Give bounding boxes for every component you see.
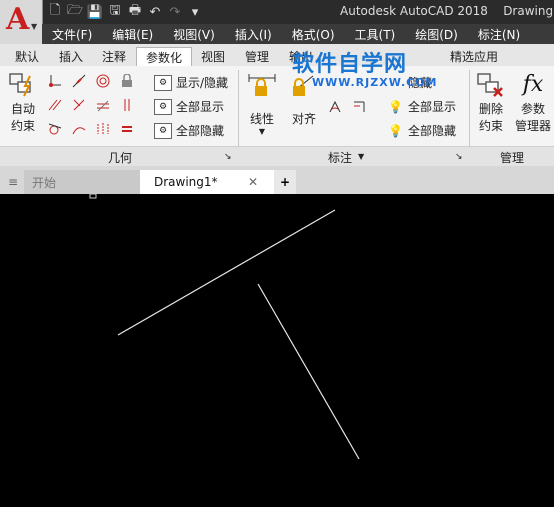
parameters-manager-button[interactable]: fx 参数 管理器: [512, 70, 554, 134]
convert-dimension-icon[interactable]: [352, 100, 366, 114]
hide-all-icon: ⚙: [154, 122, 172, 139]
coincident-icon[interactable]: [48, 74, 62, 88]
delete-constraints-label-1: 删除: [478, 102, 503, 116]
delete-constraints-icon: [476, 70, 506, 100]
drawing-svg: [89, 193, 360, 460]
chevron-down-icon: ▼: [258, 127, 266, 136]
file-tab-bar: ≡ 开始 Drawing1* ✕ +: [0, 166, 554, 194]
print-icon[interactable]: 🖶: [127, 3, 143, 20]
dim-show-all-icon: 💡: [388, 99, 403, 114]
linear-label: 线性: [249, 112, 274, 126]
window-title: Autodesk AutoCAD 2018 Drawing1: [340, 4, 554, 18]
save-icon[interactable]: 💾: [87, 4, 103, 20]
tab-view[interactable]: 视图: [198, 47, 228, 65]
geometry-show-all-button[interactable]: ⚙ 全部显示: [154, 98, 224, 115]
dimension-hide-all-label: 全部隐藏: [408, 124, 457, 138]
saveas-icon[interactable]: 🖫: [107, 3, 123, 20]
autocad-logo-icon: A: [6, 2, 30, 37]
dropdown-icon[interactable]: ▾: [187, 4, 203, 20]
tab-manage[interactable]: 管理: [242, 47, 272, 65]
ucs-marker-icon: [89, 193, 97, 199]
symmetric-icon[interactable]: [96, 122, 110, 136]
linear-dimension-button[interactable]: 线性 ▼: [244, 70, 280, 136]
chevron-down-icon[interactable]: ▼: [358, 152, 364, 161]
delete-constraints-button[interactable]: 删除 约束: [474, 70, 508, 134]
manage-panel-label: 管理: [500, 151, 525, 165]
watermark-url: WWW.RJZXW.COM: [312, 76, 438, 89]
angular-dimension-icon[interactable]: [328, 100, 342, 114]
show-all-icon: ⚙: [154, 98, 172, 115]
drawing-line-2[interactable]: [257, 283, 360, 460]
vertical-icon[interactable]: [120, 98, 134, 112]
close-icon[interactable]: ✕: [248, 175, 258, 189]
parameters-manager-label-2: 管理器: [514, 119, 551, 133]
undo-icon[interactable]: ↶: [147, 4, 163, 20]
menu-insert[interactable]: 插入(I): [225, 26, 282, 43]
dimension-show-all-label: 全部显示: [408, 100, 457, 114]
tab-annotate[interactable]: 注释: [99, 47, 129, 65]
parameters-manager-label-1: 参数: [520, 102, 545, 116]
tab-default[interactable]: 默认: [12, 47, 42, 65]
dimension-show-all-button[interactable]: 💡 全部显示: [388, 98, 456, 115]
dimension-hide-all-button[interactable]: 💡 全部隐藏: [388, 122, 456, 139]
auto-constrain-button[interactable]: 自动 约束: [6, 70, 40, 134]
expand-arrow-icon[interactable]: ↘: [455, 152, 463, 162]
menu-edit[interactable]: 编辑(E): [102, 26, 163, 43]
show-hide-icon: ⚙: [154, 74, 172, 91]
menu-draw[interactable]: 绘图(D): [405, 26, 468, 43]
watermark-text: 软件自学网: [292, 52, 408, 77]
drawing-line-1[interactable]: [117, 209, 336, 336]
menu-bar: 文件(F) 编辑(E) 视图(V) 插入(I) 格式(O) 工具(T) 绘图(D…: [42, 24, 554, 44]
tangent-icon[interactable]: [48, 122, 62, 136]
menu-format[interactable]: 格式(O): [282, 26, 345, 43]
geometry-show-hide-label: 显示/隐藏: [176, 76, 229, 90]
file-tab-start[interactable]: 开始: [24, 170, 144, 194]
geometry-show-all-label: 全部显示: [176, 100, 225, 114]
chevron-down-icon: ▼: [31, 22, 38, 31]
dim-hide-all-icon: 💡: [388, 123, 403, 138]
menu-tools[interactable]: 工具(T): [345, 26, 406, 43]
drawing-canvas[interactable]: [0, 193, 554, 504]
fx-icon: fx: [522, 72, 544, 97]
tab-parametric[interactable]: 参数化: [136, 47, 192, 66]
linear-lock-icon: [247, 70, 277, 100]
auto-constrain-label-1: 自动: [10, 102, 35, 116]
smooth-icon[interactable]: [72, 122, 86, 136]
application-menu-button[interactable]: A ▼: [0, 0, 43, 44]
auto-constrain-icon: [8, 70, 38, 100]
new-tab-button[interactable]: +: [274, 170, 296, 194]
horizontal-icon[interactable]: [96, 98, 110, 112]
concentric-icon[interactable]: [96, 74, 110, 88]
fix-lock-icon[interactable]: [120, 74, 134, 88]
geometry-show-hide-button[interactable]: ⚙ 显示/隐藏: [154, 74, 228, 91]
quick-access-toolbar: 🗋 🗁 💾 🖫 🖶 ↶ ↷ ▾: [43, 0, 203, 24]
geometry-hide-all-label: 全部隐藏: [176, 124, 225, 138]
new-icon[interactable]: 🗋: [47, 3, 63, 20]
tab-featured-apps[interactable]: 精选应用: [446, 47, 502, 65]
menu-view[interactable]: 视图(V): [163, 26, 225, 43]
panel-label-bar: 几何 ↘ 标注 ▼ ↘ 管理: [0, 146, 554, 167]
parallel-icon[interactable]: [48, 98, 62, 112]
geometry-hide-all-button[interactable]: ⚙ 全部隐藏: [154, 122, 224, 139]
menu-file[interactable]: 文件(F): [42, 26, 102, 43]
file-tab-drawing1-label: Drawing1*: [154, 175, 218, 189]
aligned-label: 对齐: [291, 112, 316, 126]
dimension-panel-label: 标注: [328, 151, 353, 165]
file-tab-start-label: 开始: [32, 175, 57, 190]
plus-icon: +: [279, 175, 291, 189]
tab-insert[interactable]: 插入: [56, 47, 86, 65]
geometry-panel-label: 几何: [108, 151, 133, 165]
auto-constrain-label-2: 约束: [10, 119, 35, 133]
expand-arrow-icon[interactable]: ↘: [224, 152, 232, 162]
collinear-icon[interactable]: [72, 74, 86, 88]
delete-constraints-label-2: 约束: [478, 119, 503, 133]
menu-dimension[interactable]: 标注(N): [468, 26, 530, 43]
equal-icon[interactable]: [120, 122, 134, 136]
perpendicular-icon[interactable]: [72, 98, 86, 112]
open-icon[interactable]: 🗁: [67, 3, 83, 20]
redo-icon[interactable]: ↷: [167, 4, 183, 20]
title-bar: 🗋 🗁 💾 🖫 🖶 ↶ ↷ ▾ Autodesk AutoCAD 2018 Dr…: [0, 0, 554, 24]
file-tab-drawing1[interactable]: Drawing1* ✕: [140, 170, 280, 194]
ribbon-tab-bar: 默认 插入 注释 参数化 视图 管理 输出 精选应用: [0, 44, 554, 67]
